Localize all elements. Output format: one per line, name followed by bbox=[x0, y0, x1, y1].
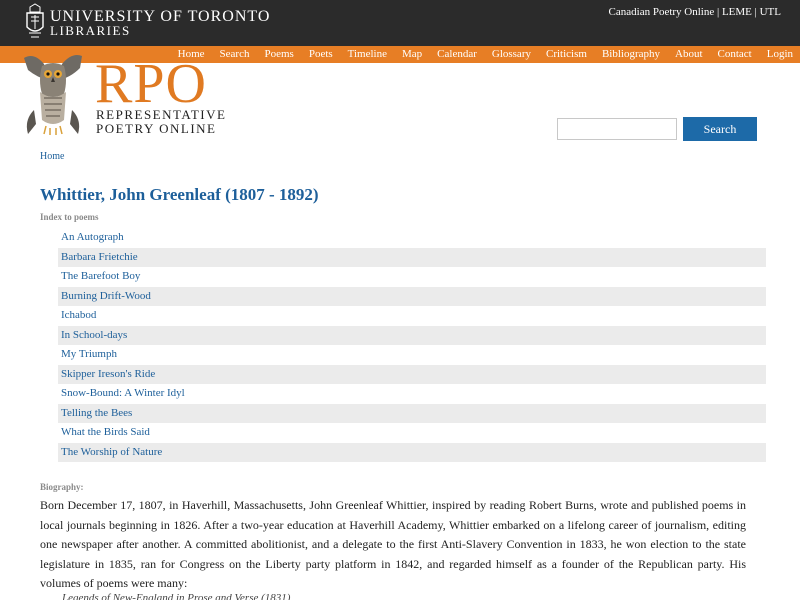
link-leme[interactable]: LEME bbox=[722, 6, 752, 18]
poem-list: An Autograph Barbara Frietchie The Baref… bbox=[58, 228, 766, 462]
nav-about[interactable]: About bbox=[675, 48, 703, 61]
uoft-line-2: LIBRARIES bbox=[50, 23, 131, 38]
nav-contact[interactable]: Contact bbox=[718, 48, 752, 61]
poem-link[interactable]: The Worship of Nature bbox=[58, 442, 766, 462]
nav-search[interactable]: Search bbox=[220, 48, 250, 61]
nav-timeline[interactable]: Timeline bbox=[348, 48, 387, 61]
rpo-logo-text[interactable]: RPO bbox=[95, 56, 207, 112]
university-crest-icon[interactable] bbox=[25, 3, 45, 41]
biography-text: Born December 17, 1807, in Haverhill, Ma… bbox=[40, 498, 746, 590]
poem-link[interactable]: Telling the Bees bbox=[58, 403, 766, 423]
top-link-separator: | bbox=[714, 6, 722, 18]
poem-link[interactable]: What the Birds Said bbox=[58, 423, 766, 443]
top-links: Canadian Poetry Online | LEME | UTL bbox=[609, 6, 781, 18]
poem-link[interactable]: In School-days bbox=[58, 325, 766, 345]
rpo-subtitle-line-1: REPRESENTATIVE bbox=[96, 107, 227, 122]
nav-poems[interactable]: Poems bbox=[264, 48, 293, 61]
search-input[interactable] bbox=[557, 118, 677, 140]
poem-link[interactable]: The Barefoot Boy bbox=[58, 267, 766, 287]
page-title: Whittier, John Greenleaf (1807 - 1892) bbox=[40, 185, 319, 204]
nav-login[interactable]: Login bbox=[767, 48, 793, 61]
rpo-subtitle-line-2: POETRY ONLINE bbox=[96, 121, 217, 136]
nav-calendar[interactable]: Calendar bbox=[437, 48, 477, 61]
uoft-line-1: UNIVERSITY OF TORONTO bbox=[50, 8, 271, 25]
link-canadian-poetry-online[interactable]: Canadian Poetry Online bbox=[609, 6, 715, 18]
top-link-separator: | bbox=[751, 6, 760, 18]
breadcrumb-home[interactable]: Home bbox=[40, 151, 64, 162]
biography-label: Biography: bbox=[40, 482, 84, 492]
poem-link[interactable]: Snow-Bound: A Winter Idyl bbox=[58, 384, 766, 404]
index-to-poems-label: Index to poems bbox=[40, 212, 99, 222]
poem-link[interactable]: My Triumph bbox=[58, 345, 766, 365]
nav-poets[interactable]: Poets bbox=[309, 48, 333, 61]
nav-bibliography[interactable]: Bibliography bbox=[602, 48, 660, 61]
uoft-libraries-logo[interactable]: UNIVERSITY OF TORONTO LIBRARIES bbox=[50, 8, 271, 38]
poem-link[interactable]: Ichabod bbox=[58, 306, 766, 326]
nav-criticism[interactable]: Criticism bbox=[546, 48, 587, 61]
owl-logo-icon[interactable] bbox=[20, 50, 86, 136]
poem-link[interactable]: An Autograph bbox=[58, 228, 766, 248]
link-utl[interactable]: UTL bbox=[760, 6, 781, 18]
search-button[interactable]: Search bbox=[683, 117, 757, 141]
rpo-subtitle: REPRESENTATIVE POETRY ONLINE bbox=[96, 108, 226, 136]
poem-link[interactable]: Skipper Ireson's Ride bbox=[58, 364, 766, 384]
poem-link[interactable]: Burning Drift-Wood bbox=[58, 286, 766, 306]
biography-volume-item: Legends of New-England in Prose and Vers… bbox=[62, 592, 291, 600]
top-bar: UNIVERSITY OF TORONTO LIBRARIES Canadian… bbox=[0, 0, 800, 46]
nav-glossary[interactable]: Glossary bbox=[492, 48, 531, 61]
poem-link[interactable]: Barbara Frietchie bbox=[58, 247, 766, 267]
nav-map[interactable]: Map bbox=[402, 48, 422, 61]
